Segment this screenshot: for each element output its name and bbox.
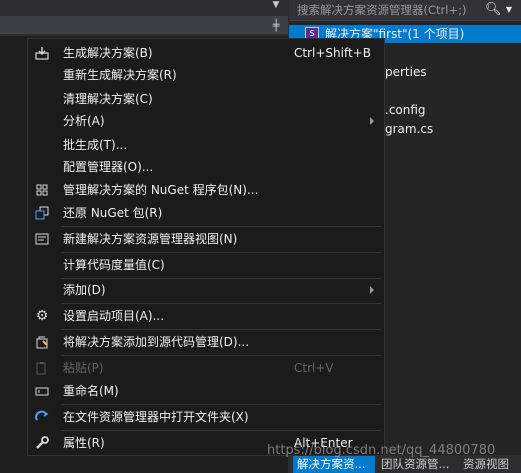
menu-item-clean-solution[interactable]: 清理解决方案(C) (28, 88, 384, 110)
rename-icon (34, 383, 50, 399)
menu-separator (61, 303, 381, 304)
menu-item-code-metrics[interactable]: 计算代码度量值(C) (28, 254, 384, 276)
solution-explorer-search[interactable]: 搜索解决方案资源管理器(Ctrl+;) 🔍︎ ▼ (289, 0, 521, 21)
menu-item-configuration-manager[interactable]: 配置管理器(O)... (28, 156, 384, 178)
menu-item-batch-build[interactable]: 批生成(T)... (28, 134, 384, 156)
gear-icon: ⚙ (35, 308, 49, 324)
search-input[interactable]: 搜索解决方案资源管理器(Ctrl+;) (297, 2, 466, 18)
menu-item-new-explorer-view[interactable]: 新建解决方案资源管理器视图(N) (28, 228, 384, 250)
menu-separator (61, 355, 381, 356)
submenu-arrow-icon (370, 286, 374, 294)
menu-item-manage-nuget[interactable]: 管理解决方案的 NuGet 程序包(N)... (28, 179, 384, 201)
solution-context-menu: 生成解决方案(B) Ctrl+Shift+B 重新生成解决方案(R) 清理解决方… (27, 38, 385, 456)
dropdown-icon[interactable]: ▼ (268, 0, 284, 12)
menu-item-rebuild-solution[interactable]: 重新生成解决方案(R) (28, 64, 384, 86)
menu-item-restore-nuget[interactable]: 还原 NuGet 包(R) (28, 202, 384, 224)
search-options-dropdown-icon[interactable]: ▼ (503, 1, 515, 17)
new-view-icon (34, 231, 50, 247)
menu-item-add-source-control[interactable]: 将解决方案添加到源代码管理(D)... (28, 331, 384, 353)
paste-icon (34, 360, 50, 376)
search-icon[interactable]: 🔍︎ (485, 1, 502, 17)
wrench-icon (34, 435, 50, 451)
open-folder-refresh-icon (34, 409, 50, 425)
menu-item-build-solution[interactable]: 生成解决方案(B) Ctrl+Shift+B (28, 42, 384, 64)
menu-item-add[interactable]: 添加(D) (28, 279, 384, 301)
restore-package-icon (34, 205, 50, 221)
menu-item-set-startup[interactable]: ⚙ 设置启动项目(A)... (28, 305, 384, 327)
menu-item-analyze[interactable]: 分析(A) (28, 110, 384, 132)
menu-separator (61, 404, 381, 405)
watermark-text: https://blog.csdn.net/qq_44800780 (267, 443, 496, 458)
split-pin-icon[interactable]: ╪ (268, 18, 284, 34)
menu-separator (61, 430, 381, 431)
menu-separator (61, 226, 381, 227)
menu-item-open-in-explorer[interactable]: 在文件资源管理器中打开文件夹(X) (28, 406, 384, 428)
menu-item-rename[interactable]: 重命名(M) (28, 380, 384, 402)
menu-separator (61, 252, 381, 253)
menu-item-paste[interactable]: 粘贴(P) Ctrl+V (28, 357, 384, 379)
source-control-add-icon (34, 334, 50, 350)
build-icon (34, 45, 50, 61)
nuget-package-icon (34, 182, 50, 198)
editor-tab-strip (0, 16, 288, 34)
menu-separator (61, 329, 381, 330)
submenu-arrow-icon (370, 117, 374, 125)
